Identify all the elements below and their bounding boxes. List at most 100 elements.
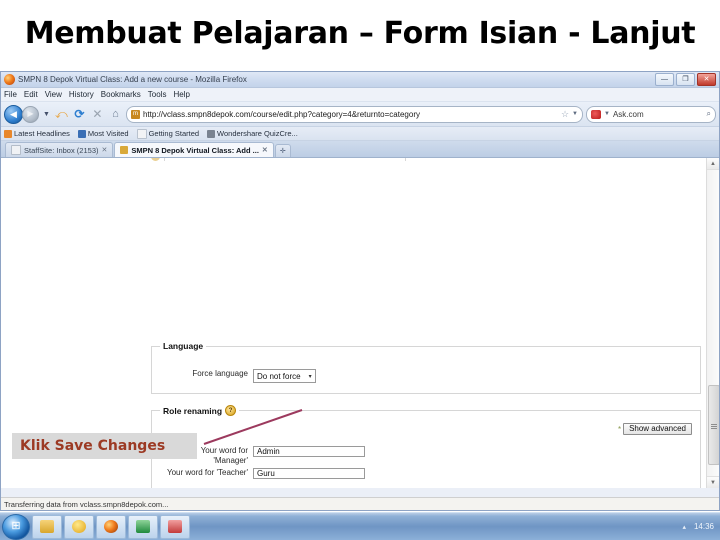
other-taskbar-icon [168, 520, 182, 533]
chevron-down-icon: ▾ [308, 373, 312, 380]
scroll-up-icon[interactable]: ▲ [707, 158, 719, 170]
clipped-form-row [151, 158, 551, 161]
window-title: SMPN 8 Depok Virtual Class: Add a new co… [18, 75, 247, 84]
window-controls: — ❐ ✕ [655, 73, 716, 86]
excel-taskbar-icon [136, 520, 150, 533]
page-icon [136, 128, 147, 139]
status-bar: Transferring data from vclass.smpn8depok… [1, 497, 719, 510]
tab-label: StaffSite: Inbox (2153) [24, 145, 99, 155]
bookmarks-toolbar: Latest Headlines Most Visited Getting St… [1, 127, 719, 141]
bookmark-label: Latest Headlines [14, 129, 70, 138]
start-button-icon[interactable]: ⊞ [2, 513, 30, 540]
home-icon[interactable]: ⌂ [108, 107, 123, 122]
bookmark-label: Wondershare QuizCre... [217, 129, 298, 138]
messenger-taskbar-icon [72, 520, 86, 533]
explorer-taskbar-icon [40, 520, 54, 533]
bookmark-label: Most Visited [87, 129, 129, 138]
language-legend: Language [160, 341, 207, 351]
annotation-arrow [203, 409, 303, 445]
rss-icon [4, 129, 12, 138]
close-icon[interactable]: ✕ [102, 146, 108, 154]
language-fieldset: Language Force language Do not force ▾ [151, 341, 701, 394]
force-language-label: Force language [192, 369, 248, 378]
reload-icon[interactable]: ⟳ [72, 107, 87, 122]
site-favicon-icon: m [130, 109, 140, 119]
tab-strip: StaffSite: Inbox (2153) ✕ SMPN 8 Depok V… [1, 141, 719, 158]
close-icon[interactable]: ✕ [262, 146, 268, 154]
other-taskbar-button[interactable] [160, 514, 190, 539]
menu-bar: File Edit View History Bookmarks Tools H… [1, 88, 719, 102]
clipped-input [164, 158, 406, 161]
show-hidden-icons-icon[interactable]: ▴ [682, 523, 686, 531]
browser-titlebar: SMPN 8 Depok Virtual Class: Add a new co… [1, 72, 719, 88]
bookmark-label: Getting Started [148, 129, 200, 138]
firefox-logo-icon [4, 74, 15, 85]
navigation-toolbar: ◀ ▶ ▼ ⤺ ⟳ ✕ ⌂ m http://vclass.smpn8depok… [1, 102, 719, 127]
url-text[interactable]: http://vclass.smpn8depok.com/course/edit… [143, 110, 558, 119]
windows-taskbar: ⊞ ▴ 14:36 [0, 512, 720, 540]
search-engine-dropdown-icon[interactable]: ▼ [604, 111, 610, 117]
history-dropdown-icon[interactable]: ▼ [42, 111, 51, 118]
search-bar[interactable]: ▼ Ask.com ⌕ [586, 105, 716, 123]
bookmark-wondershare-quizcreator[interactable]: Wondershare QuizCre... [207, 129, 298, 138]
status-text: Transferring data from vclass.smpn8depok… [4, 499, 169, 509]
close-button[interactable]: ✕ [697, 73, 716, 86]
language-legend-label: Language [163, 341, 204, 351]
minimize-button[interactable]: — [655, 73, 674, 86]
menu-view[interactable]: View [45, 90, 62, 99]
explorer-taskbar-button[interactable] [32, 514, 62, 539]
firefox-taskbar-button[interactable] [96, 514, 126, 539]
bookmark-latest-headlines[interactable]: Latest Headlines [4, 129, 70, 138]
menu-help[interactable]: Help [173, 90, 189, 99]
force-language-value: Do not force [257, 371, 301, 381]
slide-title: Membuat Pelajaran – Form Isian - Lanjut [24, 16, 696, 51]
force-language-row: Force language Do not force ▾ [166, 369, 316, 383]
back-button-icon[interactable]: ◀ [4, 104, 23, 124]
show-advanced-button[interactable]: Show advanced [623, 423, 692, 435]
system-tray: ▴ 14:36 [682, 522, 720, 531]
help-icon [151, 158, 160, 161]
clock[interactable]: 14:36 [694, 522, 714, 531]
address-dropdown-icon[interactable]: ▼ [572, 111, 578, 117]
required-marker: * [617, 424, 622, 434]
menu-history[interactable]: History [69, 90, 94, 99]
address-bar[interactable]: m http://vclass.smpn8depok.com/course/ed… [125, 105, 583, 123]
maximize-button[interactable]: ❐ [676, 73, 695, 86]
moodle-icon [120, 146, 129, 154]
page-icon [11, 145, 21, 155]
quiz-icon [207, 129, 216, 138]
tab-staffsite-inbox[interactable]: StaffSite: Inbox (2153) ✕ [5, 142, 114, 157]
scrollbar-grip [711, 424, 717, 425]
tab-label: SMPN 8 Depok Virtual Class: Add ... [131, 145, 259, 155]
menu-file[interactable]: File [4, 90, 17, 99]
scrollbar-thumb[interactable] [708, 385, 719, 465]
messenger-taskbar-button[interactable] [64, 514, 94, 539]
excel-taskbar-button[interactable] [128, 514, 158, 539]
menu-bookmarks[interactable]: Bookmarks [101, 90, 141, 99]
role-field-teacher: Your word for 'Teacher' Guru [166, 468, 365, 479]
slide-root: Membuat Pelajaran – Form Isian - Lanjut … [0, 0, 720, 540]
forward-button-icon[interactable]: ▶ [22, 105, 39, 123]
annotation-text: Klik Save Changes [20, 438, 166, 454]
star-icon [77, 129, 86, 138]
search-icon[interactable]: ⌕ [707, 109, 711, 119]
force-language-select[interactable]: Do not force ▾ [253, 369, 316, 383]
recent-pages-icon[interactable]: ⤺ [54, 107, 69, 122]
menu-edit[interactable]: Edit [24, 90, 38, 99]
bookmark-getting-started[interactable]: Getting Started [136, 128, 200, 139]
firefox-taskbar-icon [104, 520, 118, 533]
stop-icon[interactable]: ✕ [90, 107, 105, 122]
menu-tools[interactable]: Tools [148, 90, 167, 99]
bookmark-star-icon[interactable]: ☆ [561, 109, 569, 120]
bookmark-most-visited[interactable]: Most Visited [77, 129, 129, 138]
scroll-down-icon[interactable]: ▼ [707, 476, 719, 488]
show-advanced-area: * Show advanced [618, 423, 692, 435]
role-field-input[interactable]: Guru [253, 468, 365, 479]
new-tab-button[interactable]: ✛ [274, 144, 291, 157]
annotation-callout: Klik Save Changes [12, 433, 197, 459]
search-input[interactable]: Ask.com [613, 110, 704, 119]
role-field-label: Your word for 'Teacher' [166, 468, 248, 477]
vertical-scrollbar[interactable]: ▲ ▼ [706, 158, 719, 488]
tab-smpn8-virtual-class[interactable]: SMPN 8 Depok Virtual Class: Add ... ✕ [114, 142, 274, 157]
ask-com-icon [591, 109, 601, 119]
